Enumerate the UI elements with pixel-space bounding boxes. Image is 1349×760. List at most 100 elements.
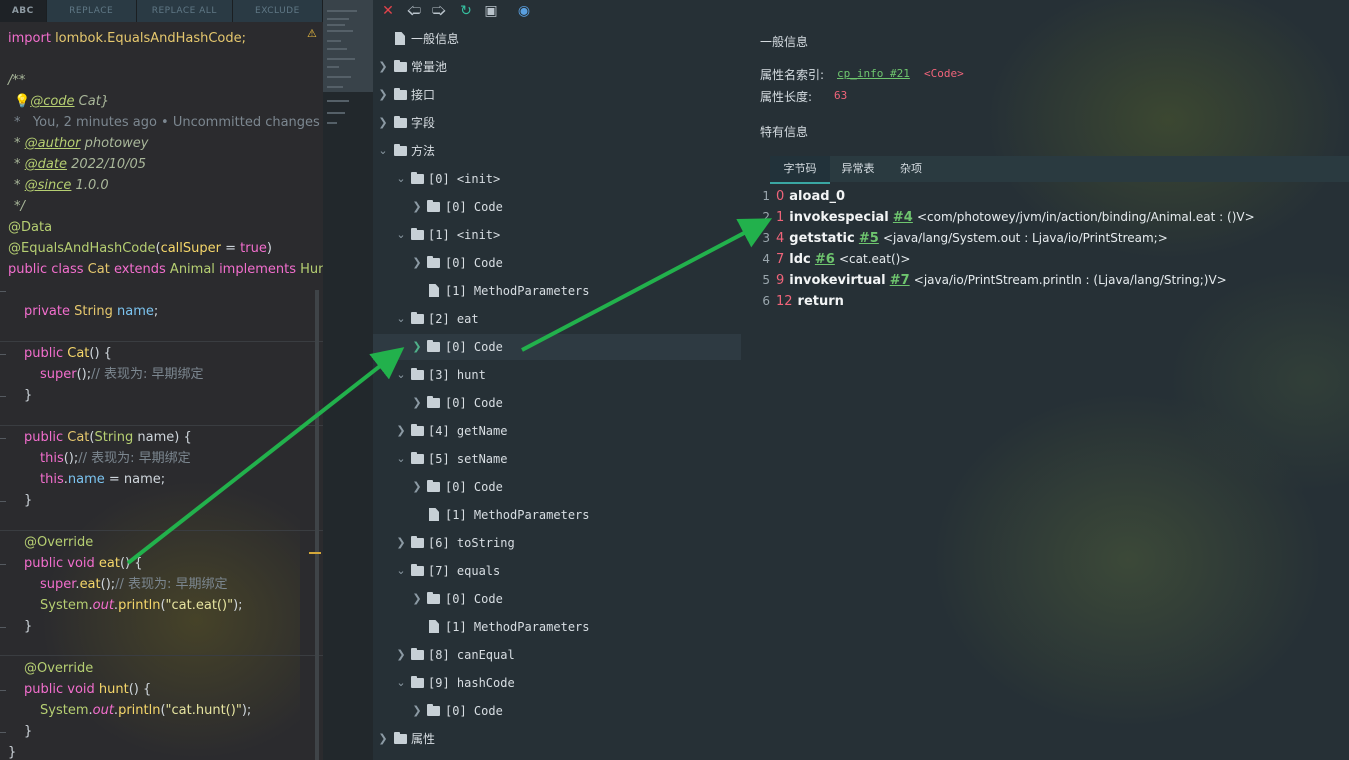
chevron-down-icon[interactable]: ⌄ [395, 306, 407, 332]
tree-item-code[interactable]: ❯ [0] Code [373, 390, 741, 416]
replace-button[interactable]: REPLACE [46, 0, 137, 22]
bytecode-opcode: getstatic [789, 231, 855, 246]
chevron-right-icon[interactable]: ❯ [411, 194, 423, 220]
chevron-down-icon[interactable]: ⌄ [377, 138, 389, 164]
folder-icon [394, 60, 407, 72]
tree-item-method[interactable]: ❯ [8] canEqual [373, 642, 741, 668]
chevron-right-icon[interactable]: ❯ [411, 250, 423, 276]
tree-item-constant-pool[interactable]: ❯ 常量池 [373, 54, 741, 80]
code-line: } [8, 745, 17, 760]
tree-item-methods[interactable]: ⌄ 方法 [373, 138, 741, 164]
folder-icon [411, 676, 424, 688]
bytecode-line-number: 4 [762, 252, 770, 266]
refresh-icon[interactable]: ↻ [457, 2, 475, 20]
minimap-viewport[interactable] [323, 0, 373, 92]
tree-item-code[interactable]: ❯ [0] Code [373, 474, 741, 500]
chevron-right-icon[interactable]: ❯ [411, 334, 423, 360]
folder-icon [411, 368, 424, 380]
bytecode-offset: 9 [776, 273, 785, 288]
folder-icon [411, 172, 424, 184]
tree-item-method[interactable]: ⌄ [7] equals [373, 558, 741, 584]
constant-pool-ref-link[interactable]: #6 [815, 252, 835, 267]
chevron-right-icon[interactable]: ❯ [411, 698, 423, 724]
folder-icon [411, 536, 424, 548]
warning-icon[interactable]: ⚠ [307, 28, 320, 40]
folder-icon [411, 564, 424, 576]
minimap[interactable] [323, 0, 373, 760]
method-separator [0, 341, 323, 342]
bytecode-argument: <cat.eat()> [838, 252, 911, 266]
chevron-down-icon[interactable]: ⌄ [395, 362, 407, 388]
tree-item-method[interactable]: ⌄ [1] <init> [373, 222, 741, 248]
chevron-down-icon[interactable]: ⌄ [395, 222, 407, 248]
tree-item-interfaces[interactable]: ❯ 接口 [373, 82, 741, 108]
bytecode-argument: <com/photowey/jvm/in/action/binding/Anim… [917, 210, 1255, 224]
chevron-down-icon[interactable]: ⌄ [395, 446, 407, 472]
name-index-link[interactable]: cp_info #21 [837, 67, 910, 80]
tree-item-fields[interactable]: ❯ 字段 [373, 110, 741, 136]
chevron-down-icon[interactable]: ⌄ [395, 670, 407, 696]
name-index-label: 属性名索引: [760, 68, 825, 82]
tree-item-code[interactable]: ❯ [0] Code [373, 586, 741, 612]
bytecode-opcode: ldc [789, 252, 811, 267]
chevron-right-icon[interactable]: ❯ [395, 418, 407, 444]
chevron-down-icon[interactable]: ⌄ [395, 166, 407, 192]
code-line: @Data [8, 220, 53, 235]
chevron-right-icon[interactable]: ❯ [377, 110, 389, 136]
chevron-right-icon[interactable]: ❯ [411, 586, 423, 612]
bytecode-offset: 1 [776, 210, 785, 225]
tab-exception-table[interactable]: 异常表 [830, 156, 886, 182]
arrow-right-icon[interactable]: 🢡 [430, 2, 448, 20]
arrow-left-icon[interactable]: 🢠 [405, 2, 423, 20]
code-line: */ [14, 199, 25, 214]
tree-item-method-parameters[interactable]: [1] MethodParameters [373, 502, 741, 528]
chevron-right-icon[interactable]: ❯ [411, 390, 423, 416]
code-line: } [24, 388, 33, 403]
constant-pool-ref-link[interactable]: #5 [859, 231, 879, 246]
chevron-right-icon[interactable]: ❯ [411, 474, 423, 500]
lightbulb-icon[interactable]: 💡 [14, 94, 30, 109]
bytecode-opcode: invokevirtual [789, 273, 886, 288]
detail-tabs: 字节码 异常表 杂项 [770, 156, 1349, 184]
attribute-length-label: 属性长度: [760, 90, 813, 104]
tree-item-method[interactable]: ⌄ [0] <init> [373, 166, 741, 192]
tab-misc[interactable]: 杂项 [886, 156, 936, 182]
blame-annotation: * You, 2 minutes ago • Uncommitted chang… [14, 115, 320, 130]
folder-icon [411, 648, 424, 660]
chevron-right-icon[interactable]: ❯ [377, 54, 389, 80]
constant-pool-ref-link[interactable]: #7 [890, 273, 910, 288]
tree-item-method[interactable]: ❯ [4] getName [373, 418, 741, 444]
save-icon[interactable]: ▣ [482, 2, 500, 20]
code-line: System.out.println("cat.eat()"); [40, 598, 243, 613]
method-separator [0, 530, 323, 531]
tree-item-method[interactable]: ⌄ [9] hashCode [373, 670, 741, 696]
folder-icon [427, 340, 440, 352]
tree-item-method-parameters[interactable]: [1] MethodParameters [373, 278, 741, 304]
code-editor[interactable]: ABC REPLACE REPLACE ALL EXCLUDE ⚠ import… [0, 0, 324, 760]
file-icon [429, 508, 439, 521]
tree-item-method[interactable]: ⌄ [3] hunt [373, 362, 741, 388]
tree-item-method[interactable]: ⌄ [2] eat [373, 306, 741, 332]
replace-all-button[interactable]: REPLACE ALL [136, 0, 233, 22]
chevron-down-icon[interactable]: ⌄ [395, 558, 407, 584]
tree-item-attributes[interactable]: ❯ 属性 [373, 726, 741, 752]
globe-icon[interactable]: ◉ [515, 2, 533, 20]
close-icon[interactable]: ✕ [379, 2, 397, 20]
tree-item-code[interactable]: ❯ [0] Code [373, 698, 741, 724]
tree-item-code-selected[interactable]: ❯ [0] Code [373, 334, 741, 360]
tree-item-method-parameters[interactable]: [1] MethodParameters [373, 614, 741, 640]
match-case-toggle[interactable]: ABC [0, 0, 47, 22]
constant-pool-ref-link[interactable]: #4 [893, 210, 913, 225]
tree-item-method[interactable]: ❯ [6] toString [373, 530, 741, 556]
tree-item-code[interactable]: ❯ [0] Code [373, 250, 741, 276]
tab-bytecode[interactable]: 字节码 [770, 156, 830, 184]
chevron-right-icon[interactable]: ❯ [395, 530, 407, 556]
chevron-right-icon[interactable]: ❯ [395, 642, 407, 668]
tree-item-method[interactable]: ⌄ [5] setName [373, 446, 741, 472]
exclude-button[interactable]: EXCLUDE [232, 0, 323, 22]
chevron-right-icon[interactable]: ❯ [377, 82, 389, 108]
editor-scrollbar[interactable] [315, 290, 319, 760]
chevron-right-icon[interactable]: ❯ [377, 726, 389, 752]
tree-item-code[interactable]: ❯ [0] Code [373, 194, 741, 220]
tree-item-general[interactable]: 一般信息 [373, 26, 741, 52]
